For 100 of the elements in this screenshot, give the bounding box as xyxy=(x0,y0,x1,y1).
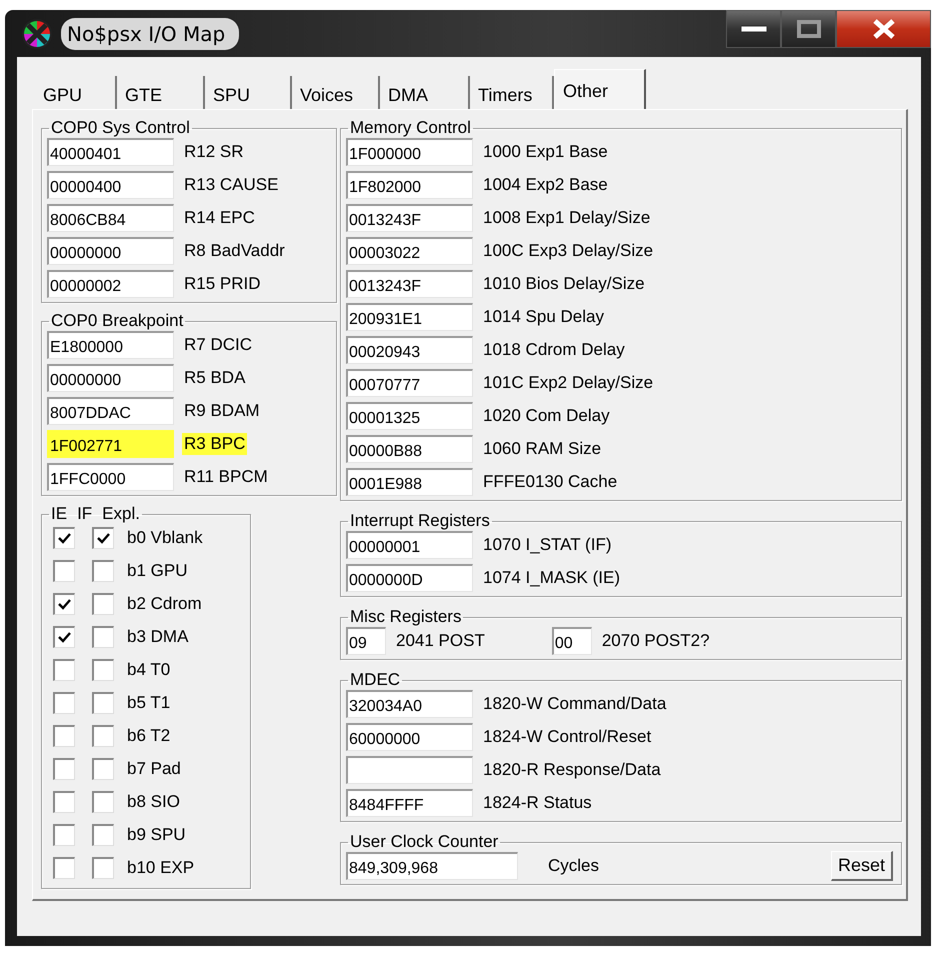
register-label: 1014 Spu Delay xyxy=(482,306,605,328)
register-label: R14 EPC xyxy=(183,207,256,229)
group-title: Misc Registers xyxy=(350,607,462,627)
input-field[interactable]: 00001325 xyxy=(346,402,473,430)
register-label: 2041 POST xyxy=(395,630,486,652)
bit-label: b10 EXP xyxy=(126,857,196,879)
checkbox[interactable] xyxy=(53,560,75,582)
input-field[interactable]: 849,309,968 xyxy=(346,852,518,880)
input-field[interactable]: 0001E988 xyxy=(346,468,473,496)
register-label: R15 PRID xyxy=(183,273,262,295)
input-field[interactable]: 0000000D xyxy=(346,564,473,592)
checkbox[interactable] xyxy=(92,857,114,879)
group-title: MDEC xyxy=(350,670,400,690)
checkbox[interactable] xyxy=(92,659,114,681)
window-title: No$psx I/O Map xyxy=(61,18,240,50)
register-label: 2070 POST2? xyxy=(600,630,711,652)
register-label: 1020 Com Delay xyxy=(482,405,611,427)
register-label: 1000 Exp1 Base xyxy=(482,141,609,163)
input-field[interactable]: E1800000 xyxy=(47,331,174,359)
column-header: IF xyxy=(77,504,92,524)
register-label: R8 BadVaddr xyxy=(183,240,286,262)
input-field[interactable]: 0013243F xyxy=(346,204,473,232)
register-label: R9 BDAM xyxy=(183,400,261,422)
group-title: COP0 Sys Control xyxy=(51,118,190,138)
register-label: 1820-R Response/Data xyxy=(482,759,662,781)
checkbox[interactable] xyxy=(53,791,75,813)
input-field[interactable]: 00000B88 xyxy=(346,435,473,463)
input-field[interactable]: 00000001 xyxy=(346,531,473,559)
reset-button[interactable]: Reset xyxy=(830,851,893,881)
input-field[interactable]: 00000000 xyxy=(47,364,174,392)
register-label: 1824-R Status xyxy=(482,792,593,814)
register-label: 1824-W Control/Reset xyxy=(482,726,652,748)
bit-label: b5 T1 xyxy=(126,692,172,714)
checkbox[interactable] xyxy=(53,824,75,846)
input-field[interactable]: 00000000 xyxy=(47,237,174,265)
bit-label: b2 Cdrom xyxy=(126,593,203,615)
register-label: 1070 I_STAT (IF) xyxy=(482,534,612,556)
register-label: 1074 I_MASK (IE) xyxy=(482,567,622,589)
checkmark-icon xyxy=(58,599,71,610)
checkbox[interactable] xyxy=(53,692,75,714)
register-label: 100C Exp3 Delay/Size xyxy=(482,240,654,262)
input-field[interactable]: 00070777 xyxy=(346,369,473,397)
checkmark-icon xyxy=(58,533,71,544)
input-field[interactable]: 1F802000 xyxy=(346,171,473,199)
register-label: R5 BDA xyxy=(183,367,246,389)
register-label: 1018 Cdrom Delay xyxy=(482,339,626,361)
checkbox[interactable] xyxy=(53,527,75,549)
input-field[interactable]: 8007DDAC xyxy=(47,397,174,425)
input-field[interactable]: 0013243F xyxy=(346,270,473,298)
group-title: COP0 Breakpoint xyxy=(51,311,184,331)
register-label: 1004 Exp2 Base xyxy=(482,174,609,196)
input-field[interactable]: 00000002 xyxy=(47,270,174,298)
checkbox[interactable] xyxy=(53,857,75,879)
group-title: User Clock Counter xyxy=(350,832,498,852)
input-field[interactable]: 320034A0 xyxy=(346,690,473,718)
register-label: R11 BPCM xyxy=(183,466,269,488)
checkbox[interactable] xyxy=(92,725,114,747)
register-label: 1008 Exp1 Delay/Size xyxy=(482,207,652,229)
input-field[interactable]: 8484FFFF xyxy=(346,789,473,817)
app-icon xyxy=(21,18,53,50)
input-field[interactable]: 40000401 xyxy=(47,138,174,166)
input-field[interactable]: 1F002771 xyxy=(47,430,174,458)
checkbox[interactable] xyxy=(53,626,75,648)
input-field[interactable]: 00 xyxy=(552,627,592,655)
input-field[interactable]: 1FFC0000 xyxy=(47,463,174,491)
checkbox[interactable] xyxy=(92,593,114,615)
minimize-button[interactable] xyxy=(726,10,781,48)
close-button[interactable] xyxy=(836,10,931,48)
checkbox[interactable] xyxy=(53,725,75,747)
maximize-button[interactable] xyxy=(781,10,836,48)
checkbox[interactable] xyxy=(92,527,114,549)
checkbox[interactable] xyxy=(92,626,114,648)
checkbox[interactable] xyxy=(92,560,114,582)
checkbox[interactable] xyxy=(92,791,114,813)
input-field[interactable]: 1F000000 xyxy=(346,138,473,166)
register-label: R12 SR xyxy=(183,141,245,163)
column-header: Expl. xyxy=(102,504,140,524)
input-field[interactable]: 00020943 xyxy=(346,336,473,364)
input-field[interactable]: 8006CB84 xyxy=(47,204,174,232)
register-label: 1060 RAM Size xyxy=(482,438,602,460)
checkmark-icon xyxy=(58,632,71,643)
checkbox[interactable] xyxy=(92,692,114,714)
input-field[interactable] xyxy=(346,756,473,784)
tab[interactable]: Other xyxy=(554,69,646,109)
input-field[interactable]: 200931E1 xyxy=(346,303,473,331)
checkbox[interactable] xyxy=(53,659,75,681)
group-title: Interrupt Registers xyxy=(350,511,490,531)
input-field[interactable]: 60000000 xyxy=(346,723,473,751)
input-field[interactable]: 09 xyxy=(346,627,386,655)
bit-label: b3 DMA xyxy=(126,626,190,648)
checkbox[interactable] xyxy=(53,758,75,780)
bit-label: b7 Pad xyxy=(126,758,182,780)
input-field[interactable]: 00003022 xyxy=(346,237,473,265)
checkbox[interactable] xyxy=(92,758,114,780)
bit-label: b1 GPU xyxy=(126,560,188,582)
checkbox[interactable] xyxy=(53,593,75,615)
checkbox[interactable] xyxy=(92,824,114,846)
register-label: R3 BPC xyxy=(182,433,248,455)
input-field[interactable]: 00000400 xyxy=(47,171,174,199)
register-label: 1820-W Command/Data xyxy=(482,693,668,715)
